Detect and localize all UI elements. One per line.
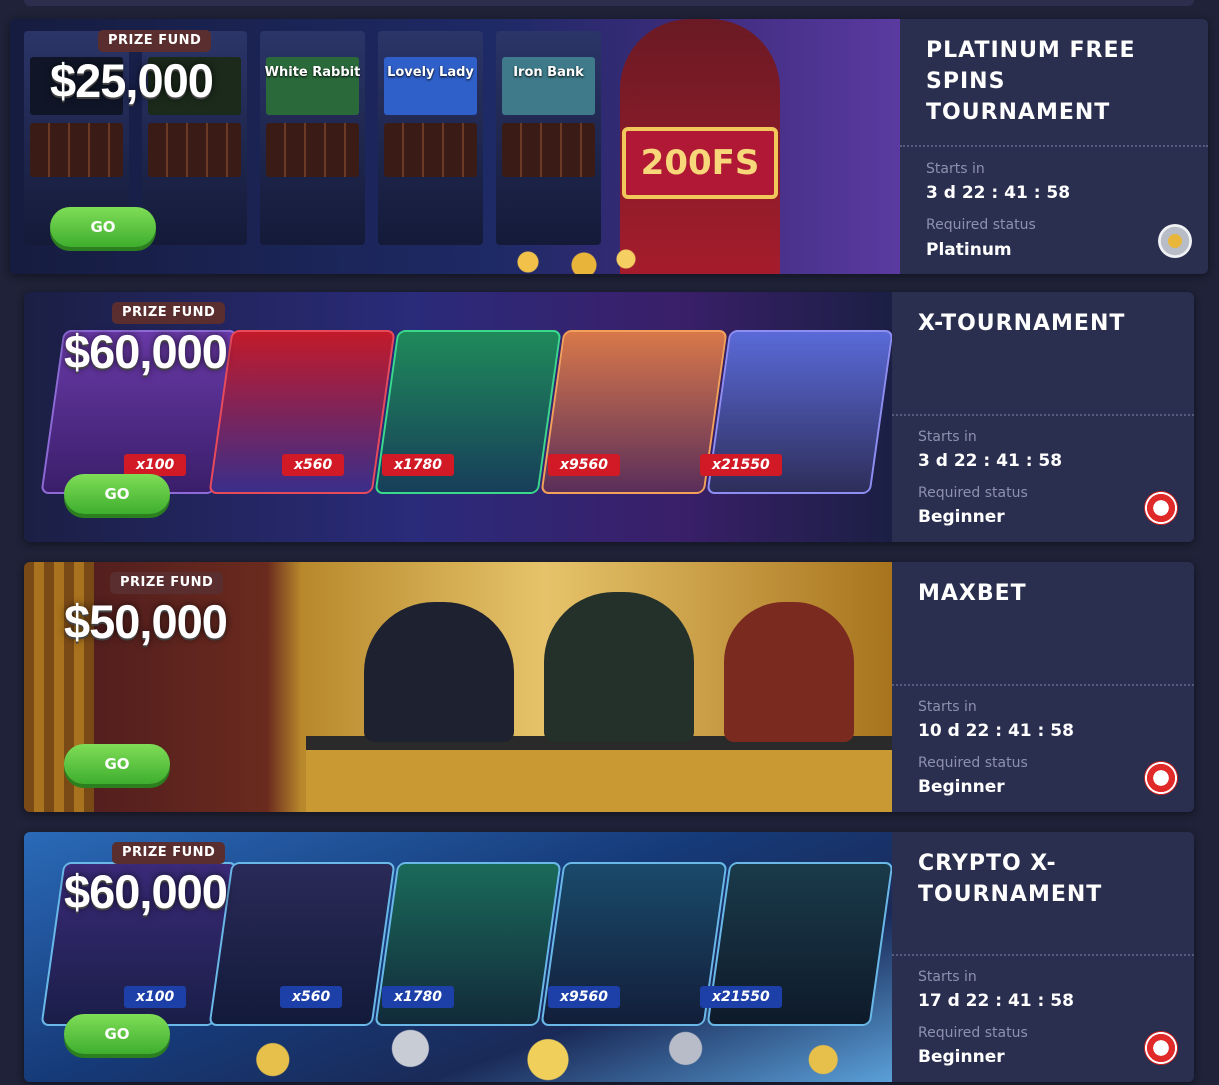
- starts-in-label: Starts in: [918, 969, 977, 985]
- go-button[interactable]: GO: [64, 1014, 170, 1054]
- required-status-value: Beginner: [918, 777, 1005, 797]
- prize-amount: $60,000: [64, 865, 228, 918]
- starts-in-label: Starts in: [926, 161, 985, 177]
- tournament-title[interactable]: Platinum Free Spins Tournament: [926, 35, 1188, 128]
- divider: [892, 684, 1194, 686]
- slot-machine: Iron Bank: [496, 31, 601, 245]
- countdown-timer: 3 d 22 : 41 : 58: [926, 183, 1071, 203]
- beginner-status-icon: [1144, 761, 1178, 795]
- prize-fund-tag: PRIZE FUND: [110, 572, 224, 594]
- multiplier-badge: x1780: [382, 454, 454, 476]
- tournament-info: Maxbet Starts in 10 d 22 : 41 : 58 Requi…: [892, 562, 1194, 812]
- multiplier-badge: x560: [282, 454, 345, 476]
- multiplier-badge: x560: [280, 986, 343, 1008]
- tournament-title[interactable]: Maxbet: [918, 578, 1174, 609]
- starts-in-label: Starts in: [918, 699, 977, 715]
- host-figure: [364, 602, 514, 742]
- countdown-timer: 3 d 22 : 41 : 58: [918, 451, 1063, 471]
- multiplier-badge: x1780: [382, 986, 454, 1008]
- host-figure: [724, 602, 854, 742]
- tournament-title[interactable]: Crypto X-Tournament: [918, 848, 1174, 910]
- divider: [892, 954, 1194, 956]
- multiplier-badge: x100: [124, 454, 187, 476]
- beginner-status-icon: [1144, 1031, 1178, 1065]
- prize-amount: $25,000: [50, 54, 214, 107]
- tournament-info: X-Tournament Starts in 3 d 22 : 41 : 58 …: [892, 292, 1194, 542]
- prize-fund-tag: PRIZE FUND: [98, 30, 212, 52]
- required-status-value: Platinum: [926, 240, 1012, 260]
- countdown-timer: 10 d 22 : 41 : 58: [918, 721, 1074, 741]
- required-status-value: Beginner: [918, 1047, 1005, 1067]
- coin-pile: [500, 247, 640, 274]
- multiplier-badge: x21550: [700, 454, 782, 476]
- tournament-card[interactable]: x100 x560 x1780 x9560 x21550 PRIZE FUND …: [24, 832, 1194, 1082]
- tournament-card[interactable]: PRIZE FUND $50,000 GO Maxbet Starts in 1…: [24, 562, 1194, 812]
- previous-card-edge: [24, 0, 1194, 6]
- required-status-label: Required status: [918, 1025, 1028, 1041]
- slot-machine: Lovely Lady: [378, 31, 483, 245]
- required-status-value: Beginner: [918, 507, 1005, 527]
- host-figure: [544, 592, 694, 742]
- slot-title: Iron Bank: [513, 65, 584, 80]
- tournament-card[interactable]: White Rabbit Lovely Lady Iron Bank 200FS…: [10, 19, 1208, 274]
- go-button[interactable]: GO: [64, 744, 170, 784]
- coin-pile: [204, 1026, 892, 1082]
- slot-title: Lovely Lady: [387, 65, 474, 80]
- divider: [900, 145, 1208, 147]
- countdown-timer: 17 d 22 : 41 : 58: [918, 991, 1074, 1011]
- platinum-status-icon: [1158, 224, 1192, 258]
- slot-title: White Rabbit: [264, 65, 361, 80]
- multiplier-badge: x100: [124, 986, 187, 1008]
- free-spins-sign: 200FS: [622, 127, 778, 199]
- prize-fund-tag: PRIZE FUND: [112, 302, 226, 324]
- prize-amount: $60,000: [64, 325, 228, 378]
- tournament-banner[interactable]: x100 x560 x1780 x9560 x21550 PRIZE FUND …: [24, 292, 892, 542]
- prize-amount: $50,000: [64, 595, 228, 648]
- starts-in-label: Starts in: [918, 429, 977, 445]
- poker-table: [306, 736, 892, 812]
- required-status-label: Required status: [926, 217, 1036, 233]
- required-status-label: Required status: [918, 755, 1028, 771]
- prize-fund-tag: PRIZE FUND: [112, 842, 226, 864]
- multiplier-badge: x21550: [700, 986, 782, 1008]
- go-button[interactable]: GO: [64, 474, 170, 514]
- multiplier-badge: x9560: [548, 454, 620, 476]
- required-status-label: Required status: [918, 485, 1028, 501]
- tournament-title[interactable]: X-Tournament: [918, 308, 1174, 339]
- tournament-banner[interactable]: PRIZE FUND $50,000 GO: [24, 562, 892, 812]
- beginner-status-icon: [1144, 491, 1178, 525]
- tournament-card[interactable]: x100 x560 x1780 x9560 x21550 PRIZE FUND …: [24, 292, 1194, 542]
- go-button[interactable]: GO: [50, 207, 156, 247]
- tournament-info: Crypto X-Tournament Starts in 17 d 22 : …: [892, 832, 1194, 1082]
- slot-machine: White Rabbit: [260, 31, 365, 245]
- multiplier-badge: x9560: [548, 986, 620, 1008]
- tournament-banner[interactable]: White Rabbit Lovely Lady Iron Bank 200FS…: [10, 19, 900, 274]
- divider: [892, 414, 1194, 416]
- tournament-banner[interactable]: x100 x560 x1780 x9560 x21550 PRIZE FUND …: [24, 832, 892, 1082]
- tournament-info: Platinum Free Spins Tournament Starts in…: [900, 19, 1208, 274]
